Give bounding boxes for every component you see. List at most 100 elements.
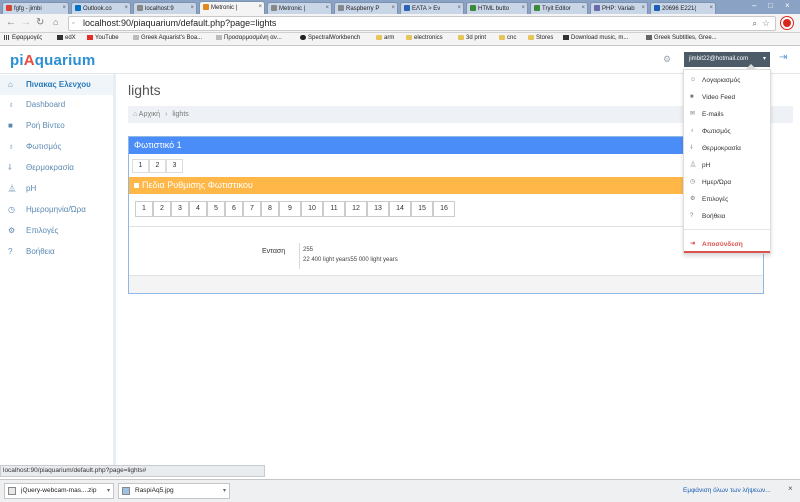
bookmark-greek-subtitles[interactable]: Greek Subtitles, Gree... xyxy=(646,35,717,41)
user-menu-button[interactable]: jimbit22@hotmail.com ▾ xyxy=(684,52,770,67)
bookmark-edx[interactable]: edX xyxy=(57,35,76,41)
sidebar-item-dashboard[interactable]: ♁ Dashboard xyxy=(0,95,113,115)
segment-button[interactable]: 3 xyxy=(171,201,189,217)
browser-tab[interactable]: HTML butto × xyxy=(466,2,528,14)
bookmark-download-music[interactable]: Download music, m... xyxy=(563,35,628,41)
sidebar-item-control-panel[interactable]: ⌂ Πινακας Ελενχου xyxy=(0,75,113,95)
menu-item-lighting[interactable]: ♁ Φωτισμός xyxy=(684,123,770,140)
forward-icon[interactable]: → xyxy=(21,17,31,28)
bookmark-greek-aquarist[interactable]: Greek Aquarist's Boa... xyxy=(133,35,202,41)
bookmark-folder-arm[interactable]: arm xyxy=(376,35,394,41)
browser-tab[interactable]: localhost:9 × xyxy=(133,2,197,14)
close-tab-icon[interactable]: × xyxy=(581,5,585,11)
bookmark-folder-3dprint[interactable]: 3d print xyxy=(458,35,486,41)
bookmark-custom[interactable]: Προσαρμοσμένη αν... xyxy=(216,35,282,41)
logout-icon[interactable]: ⇥ xyxy=(779,52,787,63)
segment-button[interactable]: 2 xyxy=(153,201,171,217)
segment-button[interactable]: 7 xyxy=(243,201,261,217)
segment-button[interactable]: 11 xyxy=(323,201,345,217)
tab-lamp-3[interactable]: 3 xyxy=(166,159,183,173)
browser-tab[interactable]: fgfg - jimbi × xyxy=(2,2,69,14)
search-icon[interactable]: ⌕ xyxy=(753,17,757,30)
segment-button[interactable]: 16 xyxy=(433,201,455,217)
apps-icon xyxy=(4,35,10,40)
reload-icon[interactable]: ↻ xyxy=(36,17,44,28)
chevron-down-icon[interactable]: ▾ xyxy=(223,484,226,498)
download-item[interactable]: jQuery-webcam-mas....zip ▾ xyxy=(4,483,114,499)
close-tab-icon[interactable]: × xyxy=(391,5,395,11)
browser-tab[interactable]: PHP: Variab × xyxy=(590,2,648,14)
segment-button[interactable]: 4 xyxy=(189,201,207,217)
menu-item-datetime[interactable]: ◷ Ημερ/Ώρα xyxy=(684,174,770,191)
sidebar-item-options[interactable]: ⚙ Επιλογές xyxy=(0,221,113,241)
close-tab-icon[interactable]: × xyxy=(124,5,128,11)
sidebar-item-lighting[interactable]: ♁ Φωτισμός xyxy=(0,137,113,157)
menu-item-logout[interactable]: ⇥ Αποσύνδεση xyxy=(684,236,770,253)
home-icon[interactable]: ⌂ xyxy=(53,17,58,27)
segment-button[interactable]: 9 xyxy=(279,201,301,217)
minimize-icon[interactable]: – xyxy=(752,1,756,10)
download-item[interactable]: RaspiAq5.jpg ▾ xyxy=(118,483,230,499)
settings-icon[interactable]: ⚙ xyxy=(663,54,671,65)
close-icon[interactable]: × xyxy=(781,177,786,194)
reload-icon[interactable]: ↻ xyxy=(770,137,777,154)
app-logo[interactable]: piAquarium xyxy=(10,52,95,69)
close-tab-icon[interactable]: × xyxy=(641,5,645,11)
address-bar[interactable]: ▫ localhost:90/piaquarium/default.php?pa… xyxy=(68,16,776,31)
star-icon[interactable]: ☆ xyxy=(762,17,770,30)
menu-item-emails[interactable]: ✉ E-mails xyxy=(684,106,770,123)
segment-button[interactable]: 6 xyxy=(225,201,243,217)
segment-button[interactable]: 14 xyxy=(389,201,411,217)
browser-tab[interactable]: 20696 E221(× xyxy=(650,2,716,14)
segment-button[interactable]: 1 xyxy=(135,201,153,217)
browser-tab[interactable]: ΕΛΤΑ > Εν × xyxy=(400,2,464,14)
close-tab-icon[interactable]: × xyxy=(62,5,66,11)
bookmark-apps[interactable]: Εφαρμογές xyxy=(4,35,42,41)
close-tab-icon[interactable]: × xyxy=(258,4,262,10)
segment-button[interactable]: 8 xyxy=(261,201,279,217)
sidebar-item-help[interactable]: ? Βοήθεια xyxy=(0,242,113,262)
segment-button[interactable]: 5 xyxy=(207,201,225,217)
sidebar-item-ph[interactable]: ⏅ pH xyxy=(0,179,113,199)
close-tab-icon[interactable]: × xyxy=(190,5,194,11)
bookmark-folder-stores[interactable]: Stores xyxy=(528,35,553,41)
reload-icon[interactable]: ↻ xyxy=(770,177,777,194)
back-icon[interactable]: ← xyxy=(6,17,16,28)
menu-item-help[interactable]: ? Βοήθεια xyxy=(684,208,770,225)
menu-item-account[interactable]: ☺ Λογαριασμός xyxy=(684,72,770,89)
segment-button[interactable]: 12 xyxy=(345,201,367,217)
breadcrumb-home[interactable]: Αρχική xyxy=(139,111,160,118)
menu-item-options[interactable]: ⚙ Επιλογές xyxy=(684,191,770,208)
close-tab-icon[interactable]: × xyxy=(325,5,329,11)
menu-item-ph[interactable]: ⏅ pH xyxy=(684,157,770,174)
close-icon[interactable]: × xyxy=(781,137,786,154)
bookmark-folder-electronics[interactable]: electronics xyxy=(406,35,443,41)
close-tab-icon[interactable]: × xyxy=(457,5,461,11)
close-icon[interactable]: × xyxy=(788,484,793,493)
menu-item-video-feed[interactable]: ■ Video Feed xyxy=(684,89,770,106)
sidebar-item-datetime[interactable]: ◷ Ημερομηνία/Ώρα xyxy=(0,200,113,220)
bookmark-spectral[interactable]: SpectralWorkbench xyxy=(300,35,360,41)
browser-tab[interactable]: Outlook.co × xyxy=(71,2,131,14)
close-tab-icon[interactable]: × xyxy=(709,5,713,11)
segment-button[interactable]: 10 xyxy=(301,201,323,217)
tab-lamp-1[interactable]: 1 xyxy=(132,159,149,173)
menu-item-temperature[interactable]: ⸸ Θερμοκρασία xyxy=(684,140,770,157)
opera-icon[interactable] xyxy=(781,17,793,29)
browser-tab[interactable]: Metronic | × xyxy=(267,2,332,14)
window-close-icon[interactable]: × xyxy=(785,1,790,10)
show-all-downloads-link[interactable]: Εμφάνιση όλων των λήψεων... xyxy=(683,487,771,494)
browser-tab[interactable]: Tryit Editor × xyxy=(530,2,588,14)
sidebar-item-temperature[interactable]: ⸸ Θερμοκρασία xyxy=(0,158,113,178)
close-tab-icon[interactable]: × xyxy=(521,5,525,11)
maximize-icon[interactable]: □ xyxy=(768,1,773,10)
tab-lamp-2[interactable]: 2 xyxy=(149,159,166,173)
sidebar-item-video[interactable]: ■ Ροή Βίντεο xyxy=(0,116,113,136)
segment-button[interactable]: 15 xyxy=(411,201,433,217)
browser-tab-active[interactable]: Metronic | × xyxy=(199,1,265,14)
chevron-down-icon[interactable]: ▾ xyxy=(107,484,110,498)
segment-button[interactable]: 13 xyxy=(367,201,389,217)
bookmark-folder-cnc[interactable]: cnc xyxy=(499,35,516,41)
browser-tab[interactable]: Raspberry P × xyxy=(334,2,398,14)
bookmark-youtube[interactable]: YouTube xyxy=(87,35,119,41)
